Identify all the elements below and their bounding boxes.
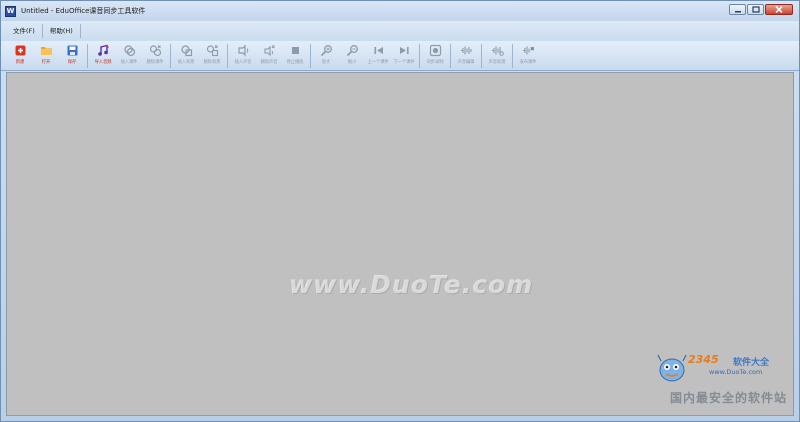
toolbar-button-label: 插入课件 — [120, 60, 138, 65]
toolbar-separator — [87, 44, 88, 68]
toolbar-button-label: 插入声音 — [234, 60, 252, 65]
delete2-icon — [206, 45, 218, 57]
toolbar-button-audio-edit: 声音处理 — [484, 44, 510, 70]
toolbar-button-delete2: 删除背景 — [199, 44, 225, 70]
app-icon: W — [5, 5, 16, 17]
toolbar-group: 新建 打开 保存 — [7, 44, 85, 70]
toolbar: 新建 打开 保存 导入音频 插入课件 删除课件 插入背景 删除背景 插入声音 删除声音 停止播放 放大… — [1, 41, 799, 71]
toolbar-group: 声音编辑 — [453, 44, 479, 70]
toolbar-button-insert3: 插入声音 — [230, 44, 256, 70]
toolbar-group: 放大 缩小 上一个课件 下一个课件 — [313, 44, 417, 70]
stop-icon — [291, 47, 299, 54]
toolbar-button-stop: 停止播放 — [282, 44, 308, 70]
maximize-icon — [751, 6, 760, 13]
toolbar-button-next: 下一个课件 — [391, 44, 417, 70]
menu-separator — [41, 24, 43, 38]
minimize-button[interactable] — [729, 4, 746, 15]
toolbar-button-label: 删除声音 — [260, 60, 278, 65]
delete3-icon — [263, 45, 275, 57]
toolbar-separator — [512, 44, 513, 68]
audio-out-icon — [522, 46, 534, 55]
toolbar-button-audio-out: 发布课件 — [515, 44, 541, 70]
toolbar-button-label: 上一个课件 — [367, 60, 389, 65]
toolbar-group: 声音处理 — [484, 44, 510, 70]
toolbar-button-label: 保存 — [67, 60, 77, 65]
menu-separator — [79, 24, 81, 38]
toolbar-button-label: 删除课件 — [146, 60, 164, 65]
toolbar-button-new[interactable]: 新建 — [7, 44, 33, 70]
toolbar-button-save[interactable]: 保存 — [59, 44, 85, 70]
toolbar-button-record: 同步录制 — [422, 44, 448, 70]
mascot-icon — [657, 354, 687, 382]
toolbar-button-prev: 上一个课件 — [365, 44, 391, 70]
toolbar-button-label: 声音编辑 — [457, 60, 475, 65]
window-controls — [729, 4, 793, 15]
toolbar-button-delete: 删除课件 — [142, 44, 168, 70]
toolbar-separator — [481, 44, 482, 68]
insert-icon — [123, 45, 135, 57]
toolbar-button-label: 删除背景 — [203, 60, 221, 65]
toolbar-button-label: 同步录制 — [426, 60, 444, 65]
insert3-icon — [237, 44, 248, 57]
toolbar-button-label: 打开 — [41, 60, 51, 65]
new-icon — [15, 45, 25, 56]
toolbar-button-label: 放大 — [321, 60, 331, 65]
app-window: W Untitled - EduOffice课音同步工具软件 文件(F) 帮助(… — [0, 0, 800, 422]
toolbar-button-label: 缩小 — [347, 60, 357, 65]
title-bar[interactable]: W Untitled - EduOffice课音同步工具软件 — [1, 1, 799, 21]
toolbar-button-label: 导入音频 — [94, 60, 112, 65]
toolbar-separator — [227, 44, 228, 68]
toolbar-button-label: 新建 — [15, 60, 25, 65]
close-icon — [775, 6, 783, 13]
toolbar-button-zoom-in: 放大 — [313, 44, 339, 70]
menu-file[interactable]: 文件(F) — [7, 21, 41, 41]
logo-brand-number: 2345 — [688, 353, 719, 366]
toolbar-separator — [450, 44, 451, 68]
next-icon — [399, 47, 409, 54]
toolbar-button-label: 声音处理 — [488, 60, 506, 65]
menu-bar: 文件(F) 帮助(H) — [1, 21, 799, 41]
menu-help[interactable]: 帮助(H) — [44, 21, 79, 41]
toolbar-group: 同步录制 — [422, 44, 448, 70]
watermark-text: www.DuoTe.com — [289, 270, 534, 299]
close-button[interactable] — [765, 4, 793, 15]
toolbar-button-label: 下一个课件 — [393, 60, 415, 65]
logo-brand-name: 软件大全 — [733, 358, 770, 368]
toolbar-separator — [170, 44, 171, 68]
toolbar-button-insert2: 插入背景 — [173, 44, 199, 70]
record-icon — [429, 44, 441, 57]
toolbar-button-insert: 插入课件 — [116, 44, 142, 70]
toolbar-group: 插入声音 删除声音 停止播放 — [230, 44, 308, 70]
insert2-icon — [180, 45, 192, 57]
delete-icon — [149, 45, 161, 57]
toolbar-separator — [419, 44, 420, 68]
save-icon — [67, 45, 77, 56]
toolbar-button-delete3: 删除声音 — [256, 44, 282, 70]
audio-edit-icon — [491, 46, 504, 56]
toolbar-group: 插入背景 删除背景 — [173, 44, 225, 70]
maximize-button[interactable] — [747, 4, 764, 15]
import-audio-icon — [97, 44, 109, 56]
toolbar-group: 导入音频 插入课件 删除课件 — [90, 44, 168, 70]
window-title: Untitled - EduOffice课音同步工具软件 — [21, 7, 146, 15]
logo-site: www.DuoTe.com — [709, 368, 763, 376]
toolbar-group: 发布课件 — [515, 44, 541, 70]
toolbar-button-zoom-out: 缩小 — [339, 44, 365, 70]
prev-icon — [374, 47, 383, 54]
toolbar-separator — [310, 44, 311, 68]
zoom-in-icon — [320, 45, 332, 57]
audio-wave-icon — [460, 46, 472, 55]
toolbar-button-open-folder[interactable]: 打开 — [33, 44, 59, 70]
toolbar-button-label: 插入背景 — [177, 60, 195, 65]
minimize-icon — [734, 10, 741, 12]
toolbar-button-audio-wave: 声音编辑 — [453, 44, 479, 70]
logo-slogan: 国内最安全的软件站 — [669, 391, 787, 405]
zoom-out-icon — [346, 45, 358, 57]
open-folder-icon — [40, 47, 52, 55]
toolbar-button-label: 发布课件 — [519, 60, 537, 65]
toolbar-button-label: 停止播放 — [286, 60, 304, 65]
toolbar-button-import-audio[interactable]: 导入音频 — [90, 44, 116, 70]
